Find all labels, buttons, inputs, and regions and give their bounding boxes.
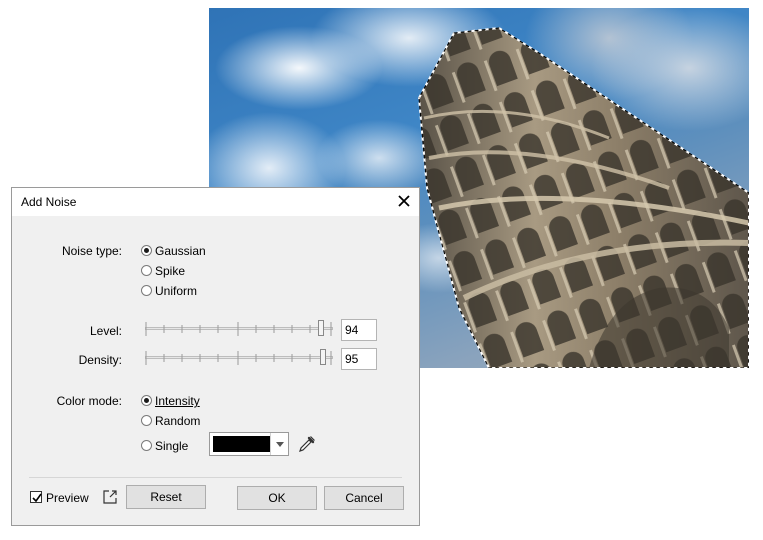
density-slider-thumb[interactable] xyxy=(320,349,326,365)
dialog-title: Add Noise xyxy=(21,195,77,209)
ok-button[interactable]: OK xyxy=(237,486,317,510)
color-picker-dropdown[interactable] xyxy=(209,432,289,456)
radio-single[interactable] xyxy=(141,440,152,451)
radio-uniform[interactable] xyxy=(141,285,152,296)
color-swatch xyxy=(213,436,270,452)
eyedropper-icon[interactable] xyxy=(297,434,317,454)
noise-type-label: Noise type: xyxy=(61,244,122,258)
close-icon[interactable] xyxy=(395,192,413,210)
divider xyxy=(29,477,402,478)
reset-button[interactable]: Reset xyxy=(126,485,206,509)
radio-gaussian[interactable] xyxy=(141,245,152,256)
radio-single-label[interactable]: Single xyxy=(155,439,188,453)
radio-random-label[interactable]: Random xyxy=(155,414,200,428)
density-slider[interactable] xyxy=(145,349,333,365)
preview-label[interactable]: Preview xyxy=(46,491,89,505)
popout-icon[interactable] xyxy=(101,488,119,506)
radio-uniform-label[interactable]: Uniform xyxy=(155,284,197,298)
chevron-down-icon[interactable] xyxy=(270,433,288,455)
dialog-titlebar[interactable]: Add Noise xyxy=(12,188,419,216)
density-label: Density: xyxy=(78,353,122,367)
density-slider-ticks xyxy=(145,351,332,365)
radio-gaussian-label[interactable]: Gaussian xyxy=(155,244,206,258)
checkmark-icon xyxy=(32,493,42,503)
level-slider-thumb[interactable] xyxy=(318,320,324,336)
radio-spike[interactable] xyxy=(141,265,152,276)
level-label: Level: xyxy=(89,324,122,338)
radio-intensity-label[interactable]: Intensity xyxy=(155,394,200,408)
level-slider[interactable] xyxy=(145,320,333,336)
add-noise-dialog: Add Noise Noise type: Gaussian Spike Uni… xyxy=(11,187,420,526)
radio-spike-label[interactable]: Spike xyxy=(155,264,185,278)
radio-intensity[interactable] xyxy=(141,395,152,406)
cancel-button[interactable]: Cancel xyxy=(324,486,404,510)
level-input[interactable]: 94 xyxy=(341,319,377,341)
radio-random[interactable] xyxy=(141,415,152,426)
density-input[interactable]: 95 xyxy=(341,348,377,370)
preview-checkbox[interactable] xyxy=(30,491,42,503)
level-slider-ticks xyxy=(145,322,332,336)
color-mode-label: Color mode: xyxy=(56,394,122,408)
